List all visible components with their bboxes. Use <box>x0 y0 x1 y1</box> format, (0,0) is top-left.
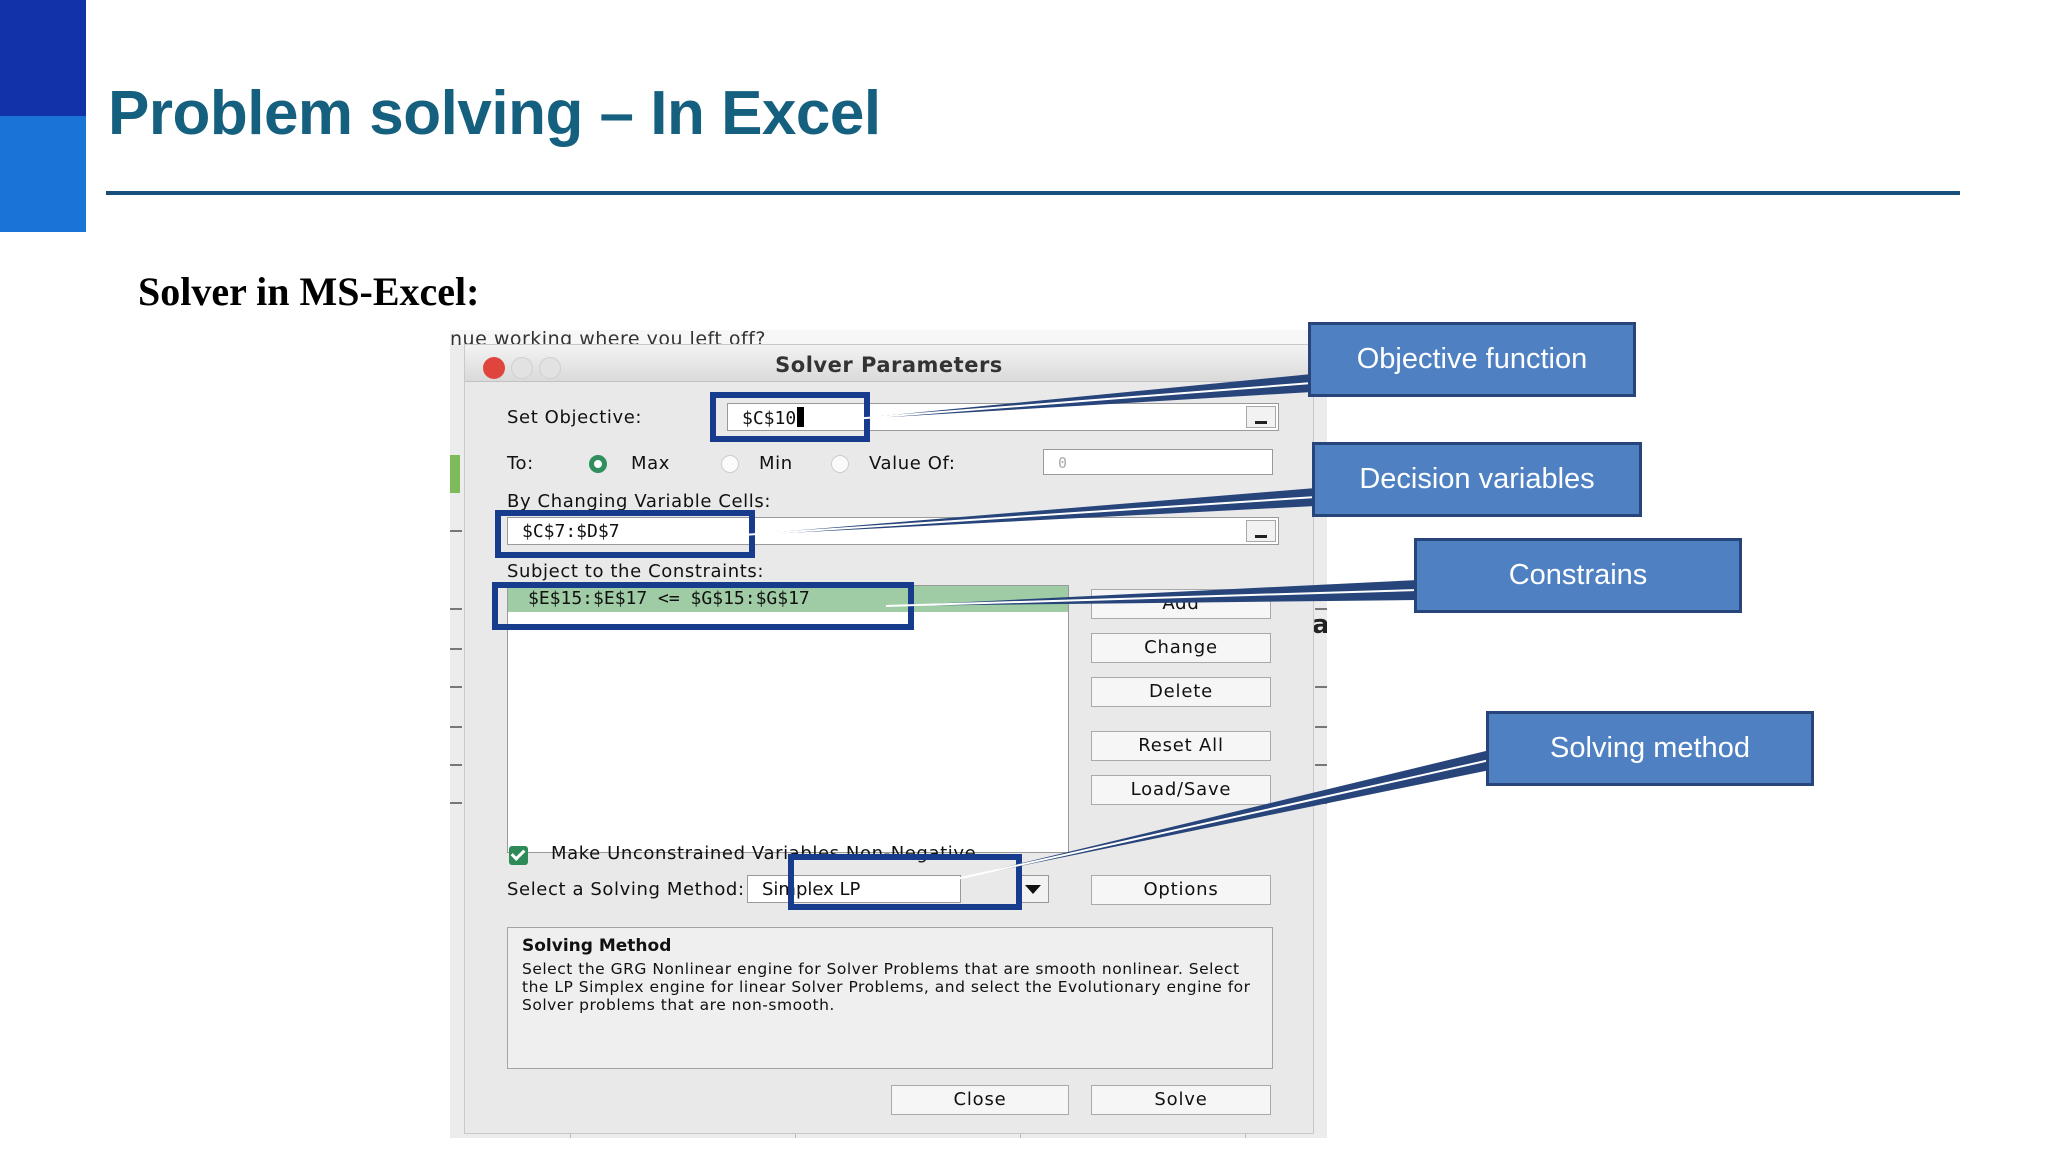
solver-dialog: Solver Parameters Set Objective: $C$10 T… <box>464 344 1314 1134</box>
collapse-dialog-icon[interactable] <box>1246 520 1276 542</box>
accent-bar-dark <box>0 0 86 116</box>
radio-value-of[interactable] <box>831 455 849 473</box>
to-label: To: <box>507 453 534 474</box>
background-tick <box>450 726 462 728</box>
add-button[interactable]: Add <box>1091 589 1271 619</box>
background-tick <box>450 608 462 610</box>
radio-max[interactable] <box>589 455 607 473</box>
solving-method-info: Solving Method Select the GRG Nonlinear … <box>507 927 1273 1069</box>
radio-min-label: Min <box>759 453 793 474</box>
background-letter: a <box>1312 610 1327 640</box>
nonneg-checkbox[interactable] <box>509 846 528 865</box>
solving-method-info-title: Solving Method <box>522 936 672 956</box>
background-tick <box>450 802 462 804</box>
callout-objective-function: Objective function <box>1308 322 1636 397</box>
background-tick <box>450 764 462 766</box>
slide-title: Problem solving – In Excel <box>108 79 881 148</box>
background-tick <box>450 648 462 650</box>
change-button[interactable]: Change <box>1091 633 1271 663</box>
dialog-titlebar: Solver Parameters <box>465 345 1313 382</box>
title-underline <box>106 191 1960 195</box>
solving-method-highlight <box>788 854 1022 910</box>
close-button[interactable]: Close <box>891 1085 1069 1115</box>
collapse-dialog-icon[interactable] <box>1246 406 1276 428</box>
slide-subtitle: Solver in MS-Excel: <box>138 269 480 314</box>
background-tick <box>450 530 462 532</box>
solving-method-label: Select a Solving Method: <box>507 879 745 900</box>
decision-variables-highlight <box>495 510 755 558</box>
dialog-title: Solver Parameters <box>775 353 1003 377</box>
load-save-button[interactable]: Load/Save <box>1091 775 1271 805</box>
objective-highlight <box>710 392 870 442</box>
background-tick <box>1315 726 1327 728</box>
options-button[interactable]: Options <box>1091 875 1271 905</box>
value-of-value: 0 <box>1058 454 1068 472</box>
constraints-highlight <box>492 582 914 630</box>
solving-method-info-text: Select the GRG Nonlinear engine for Solv… <box>522 960 1251 1014</box>
radio-value-of-label: Value Of: <box>869 453 956 474</box>
solver-screenshot: nue working where you left off? a Solver… <box>450 330 1327 1138</box>
accent-bar-light <box>0 116 86 232</box>
callout-solving-method: Solving method <box>1486 711 1814 786</box>
callout-decision-variables: Decision variables <box>1312 442 1642 517</box>
solve-button[interactable]: Solve <box>1091 1085 1271 1115</box>
radio-max-label: Max <box>631 453 671 474</box>
value-of-input[interactable]: 0 <box>1043 449 1273 475</box>
callout-constraints: Constrains <box>1414 538 1742 613</box>
background-tick <box>1315 764 1327 766</box>
background-tick <box>1315 802 1327 804</box>
delete-button[interactable]: Delete <box>1091 677 1271 707</box>
background-tick <box>1315 686 1327 688</box>
by-changing-label: By Changing Variable Cells: <box>507 491 772 512</box>
subject-to-label: Subject to the Constraints: <box>507 561 765 582</box>
set-objective-label: Set Objective: <box>507 407 643 428</box>
background-tick <box>450 686 462 688</box>
reset-all-button[interactable]: Reset All <box>1091 731 1271 761</box>
radio-min[interactable] <box>721 455 739 473</box>
background-green-bar <box>450 455 460 493</box>
